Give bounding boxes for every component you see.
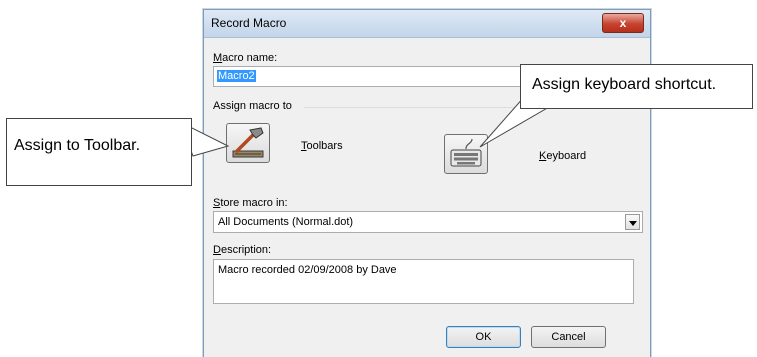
toolbar-callout: Assign to Toolbar. [6, 118, 192, 186]
toolbar-callout-text: Assign to Toolbar. [14, 137, 141, 154]
keyboard-callout-text: Assign keyboard shortcut. [532, 76, 717, 93]
keyboard-callout: Assign keyboard shortcut. [520, 64, 753, 109]
